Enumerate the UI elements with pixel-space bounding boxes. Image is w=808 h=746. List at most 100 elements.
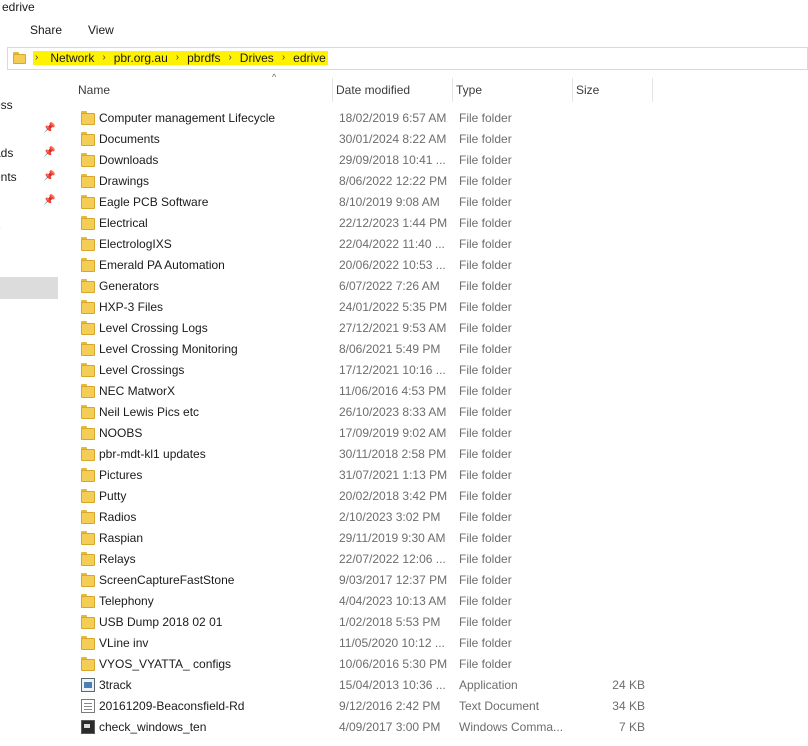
file-date-modified: 11/06/2016 4:53 PM	[339, 384, 447, 398]
chevron-right-icon[interactable]: ›	[282, 51, 285, 65]
file-name: Generators	[99, 279, 160, 293]
file-type: File folder	[459, 258, 512, 272]
file-name: Radios	[99, 510, 137, 524]
file-date-modified: 15/04/2013 10:36 ...	[339, 678, 446, 692]
file-name: NEC MatworX	[99, 384, 176, 398]
file-type: File folder	[459, 510, 512, 524]
file-row[interactable]: Raspian 29/11/2019 9:30 AM File folder	[75, 528, 808, 549]
file-type: File folder	[459, 321, 512, 335]
file-name: USB Dump 2018 02 01	[99, 615, 223, 629]
folder-icon	[81, 552, 95, 566]
file-date-modified: 31/07/2021 1:13 PM	[339, 468, 448, 482]
file-type: File folder	[459, 111, 512, 125]
file-row[interactable]: Documents 30/01/2024 8:22 AM File folder	[75, 129, 808, 150]
file-row[interactable]: Eagle PCB Software 8/10/2019 9:08 AM File …	[75, 192, 808, 213]
file-name: Level Crossing Logs	[99, 321, 208, 335]
file-row[interactable]: Pictures 31/07/2021 1:13 PM File folder	[75, 465, 808, 486]
file-row[interactable]: VLine inv 11/05/2020 10:12 ... File folder	[75, 633, 808, 654]
file-type: File folder	[459, 174, 512, 188]
file-date-modified: 30/01/2024 8:22 AM	[339, 132, 447, 146]
file-name: Putty	[99, 489, 127, 503]
nav-item-pinned[interactable]: 📌	[0, 191, 58, 213]
chevron-right-icon[interactable]: ›	[35, 51, 38, 65]
file-row[interactable]: USB Dump 2018 02 01 1/02/2018 5:53 PM File…	[75, 612, 808, 633]
file-row[interactable]: Downloads 29/09/2018 10:41 ... File folder	[75, 150, 808, 171]
folder-icon	[81, 384, 95, 398]
file-type: File folder	[459, 405, 512, 419]
nav-item-downloads[interactable]: ads 📌	[0, 143, 58, 165]
file-row[interactable]: Relays 22/07/2022 12:06 ... File folder	[75, 549, 808, 570]
file-row[interactable]: NOOBS 17/09/2019 9:02 AM File folder	[75, 423, 808, 444]
file-row[interactable]: Generators 6/07/2022 7:26 AM File folder	[75, 276, 808, 297]
file-date-modified: 4/04/2023 10:13 AM	[339, 594, 447, 608]
folder-icon	[81, 405, 95, 419]
chevron-right-icon[interactable]: ›	[102, 51, 105, 65]
nav-item-selected[interactable]	[0, 277, 58, 299]
file-row[interactable]: Emerald PA Automation 20/06/2022 10:53 ..…	[75, 255, 808, 276]
file-row[interactable]: NEC MatworX 11/06/2016 4:53 PM File folder	[75, 381, 808, 402]
column-header-date-modified[interactable]: Date modified	[333, 78, 453, 102]
file-name: ScreenCaptureFastStone	[99, 573, 235, 587]
column-header-name[interactable]: Name	[75, 78, 333, 102]
file-date-modified: 6/07/2022 7:26 AM	[339, 279, 440, 293]
text-document-icon	[81, 699, 95, 713]
file-row[interactable]: Level Crossing Logs 27/12/2021 9:53 AM Fil…	[75, 318, 808, 339]
ribbon: Share View	[0, 18, 808, 42]
folder-icon	[81, 237, 95, 251]
chevron-right-icon[interactable]: ›	[228, 51, 231, 65]
chevron-right-icon[interactable]: ›	[176, 51, 179, 65]
folder-icon	[81, 342, 95, 356]
window-title: edrive	[2, 0, 35, 14]
file-row[interactable]: Telephony 4/04/2023 10:13 AM File folder	[75, 591, 808, 612]
file-date-modified: 24/01/2022 5:35 PM	[339, 300, 448, 314]
column-header-size[interactable]: Size	[573, 78, 653, 102]
file-row[interactable]: Level Crossings 17/12/2021 10:16 ... File …	[75, 360, 808, 381]
file-row[interactable]: VYOS_VYATTA_ configs 10/06/2016 5:30 PM Fi…	[75, 654, 808, 675]
nav-item-quick-access[interactable]: ess	[0, 95, 58, 117]
file-row[interactable]: pbr-mdt-kl1 updates 30/11/2018 2:58 PM Fil…	[75, 444, 808, 465]
nav-item-pinned[interactable]: 📌	[0, 119, 58, 141]
folder-icon	[81, 531, 95, 545]
file-row[interactable]: Computer management Lifecycle 18/02/2019 …	[75, 108, 808, 129]
breadcrumb-pbrdfs[interactable]: pbrdfs	[187, 51, 220, 65]
address-bar[interactable]: › Network › pbr.org.au › pbrdfs › Drives…	[7, 47, 808, 70]
tab-view[interactable]: View	[88, 23, 114, 37]
file-name: Computer management Lifecycle	[99, 111, 276, 125]
file-name: Level Crossing Monitoring	[99, 342, 238, 356]
file-row[interactable]: 3track 15/04/2013 10:36 ... Application 24 …	[75, 675, 808, 696]
file-type: File folder	[459, 132, 512, 146]
file-row[interactable]: ElectrologIXS 22/04/2022 11:40 ... File fo…	[75, 234, 808, 255]
file-row[interactable]: Drawings 8/06/2022 12:22 PM File folder	[75, 171, 808, 192]
file-type: File folder	[459, 447, 512, 461]
breadcrumb-network[interactable]: Network	[50, 51, 94, 65]
nav-item-documents[interactable]: ents 📌	[0, 167, 58, 189]
file-date-modified: 27/12/2021 9:53 AM	[339, 321, 447, 335]
file-type: File folder	[459, 342, 512, 356]
breadcrumb-domain[interactable]: pbr.org.au	[114, 51, 168, 65]
file-date-modified: 8/06/2021 5:49 PM	[339, 342, 441, 356]
tab-share[interactable]: Share	[30, 23, 62, 37]
breadcrumb-drives[interactable]: Drives	[240, 51, 274, 65]
file-row[interactable]: HXP-3 Files 24/01/2022 5:35 PM File folder	[75, 297, 808, 318]
column-divider[interactable]	[652, 78, 653, 102]
nav-item-other[interactable]: 2	[0, 215, 58, 237]
file-row[interactable]: ScreenCaptureFastStone 9/03/2017 12:37 PM…	[75, 570, 808, 591]
file-date-modified: 22/04/2022 11:40 ...	[339, 237, 445, 251]
file-type: Text Document	[459, 699, 540, 713]
file-row[interactable]: Putty 20/02/2018 3:42 PM File folder	[75, 486, 808, 507]
column-header-type[interactable]: Type	[453, 78, 573, 102]
title-bar: edrive	[0, 0, 808, 18]
file-row[interactable]: 20161209-Beaconsfield-Rd 9/12/2016 2:42 P…	[75, 696, 808, 717]
breadcrumb-edrive[interactable]: edrive	[293, 51, 326, 65]
windows-command-script-icon	[81, 720, 95, 734]
file-row[interactable]: check_windows_ten 4/09/2017 3:00 PM Window…	[75, 717, 808, 738]
file-date-modified: 20/02/2018 3:42 PM	[339, 489, 448, 503]
file-date-modified: 17/09/2019 9:02 AM	[339, 426, 447, 440]
file-type: File folder	[459, 573, 512, 587]
file-row[interactable]: Electrical 22/12/2023 1:44 PM File folder	[75, 213, 808, 234]
file-row[interactable]: Neil Lewis Pics etc 26/10/2023 8:33 AM Fil…	[75, 402, 808, 423]
file-type: File folder	[459, 384, 512, 398]
file-row[interactable]: Level Crossing Monitoring 8/06/2021 5:49 …	[75, 339, 808, 360]
file-date-modified: 22/07/2022 12:06 ...	[339, 552, 446, 566]
file-row[interactable]: Radios 2/10/2023 3:02 PM File folder	[75, 507, 808, 528]
